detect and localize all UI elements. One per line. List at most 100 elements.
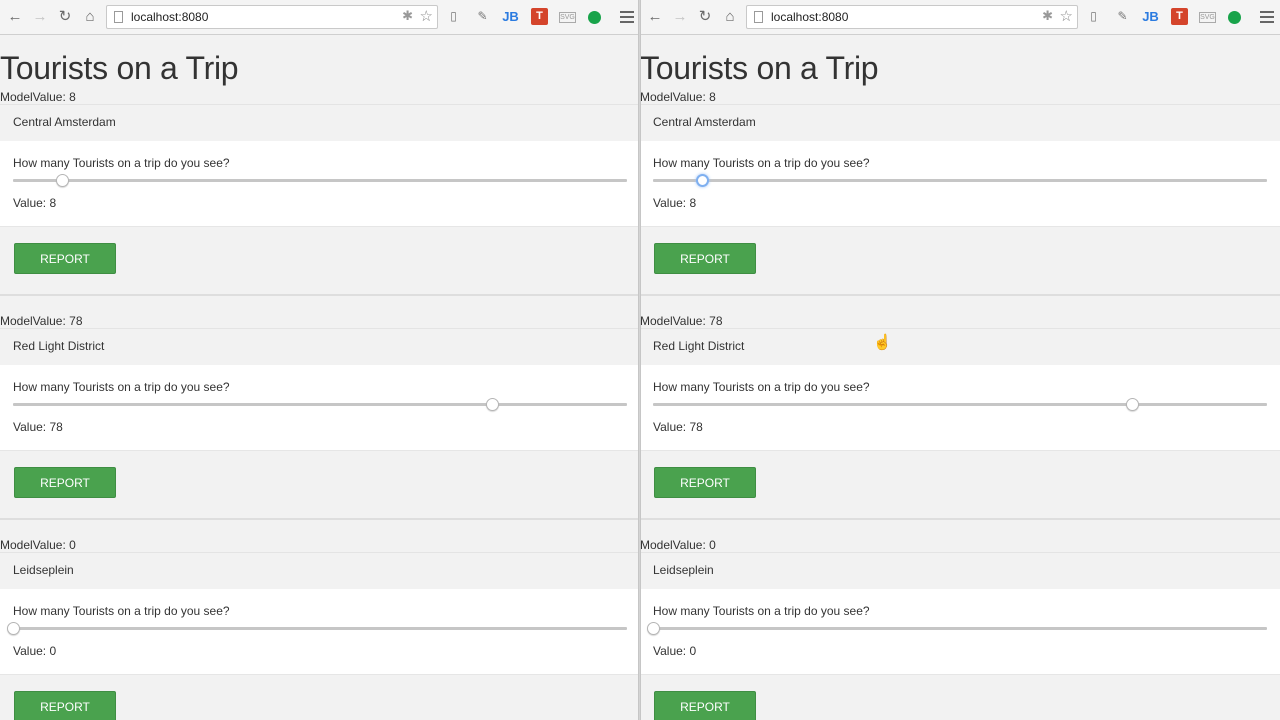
back-icon[interactable]: ← [6, 8, 24, 26]
reader-icon[interactable]: ▯ [1085, 8, 1102, 25]
page-icon [114, 11, 123, 23]
report-button[interactable]: REPORT [14, 243, 116, 274]
tourist-count-slider[interactable] [653, 171, 1267, 189]
card-footer: REPORT [640, 675, 1280, 720]
page-title: Tourists on a Trip [640, 50, 879, 86]
address-bar[interactable]: localhost:8080 ✱ ☆ [106, 5, 438, 29]
location-section: ModelValue: 8 Central Amsterdam How many T… [640, 84, 1280, 308]
jb-icon[interactable]: JB [502, 8, 519, 25]
card-header: Central Amsterdam [640, 104, 1280, 142]
tourist-count-slider[interactable] [647, 619, 1267, 637]
svg-icon[interactable]: SVG [1199, 12, 1216, 23]
slider-track[interactable] [653, 403, 1267, 406]
location-section: ModelValue: 78 Red Light District How many… [0, 308, 640, 532]
slider-value-text: Value: 8 [13, 196, 57, 210]
reader-icon[interactable]: ▯ [445, 8, 462, 25]
question-text: How many Tourists on a trip do you see? [13, 156, 230, 170]
slider-value-text: Value: 78 [653, 420, 703, 434]
slider-thumb[interactable] [647, 622, 660, 635]
card-header: Red Light District [0, 328, 640, 366]
card-footer: REPORT [0, 227, 640, 296]
slider-track[interactable] [653, 179, 1267, 182]
slider-track[interactable] [653, 627, 1267, 630]
back-icon[interactable]: ← [646, 8, 664, 26]
tourist-count-slider[interactable] [13, 395, 627, 413]
page-title: Tourists on a Trip [0, 50, 239, 86]
location-name: Leidseplein [653, 563, 714, 577]
card-body: How many Tourists on a trip do you see? V… [0, 589, 640, 675]
slider-thumb[interactable] [696, 174, 710, 187]
question-text: How many Tourists on a trip do you see? [13, 380, 230, 394]
evernote-icon[interactable] [588, 11, 601, 24]
settings-gear-icon[interactable]: ✱ [402, 8, 413, 24]
slider-track[interactable] [13, 627, 627, 630]
question-text: How many Tourists on a trip do you see? [653, 380, 870, 394]
slider-track[interactable] [13, 179, 627, 182]
location-section: ModelValue: 0 Leidseplein How many Tourist… [640, 532, 1280, 720]
card-footer: REPORT [0, 451, 640, 520]
card-footer: REPORT [640, 227, 1280, 296]
location-section: ModelValue: 78 Red Light District How many… [640, 308, 1280, 532]
slider-value-text: Value: 0 [653, 644, 697, 658]
eyedropper-icon[interactable]: ✎ [1114, 8, 1131, 25]
card-header: Central Amsterdam [0, 104, 640, 142]
slider-thumb[interactable] [7, 622, 20, 635]
browser-toolbar: ← → ↻ ⌂ localhost:8080 ✱ ☆ ▯ ✎ JB T SVG [640, 0, 1280, 35]
evernote-icon[interactable] [1228, 11, 1241, 24]
t-icon[interactable]: T [1171, 8, 1188, 25]
home-icon[interactable]: ⌂ [81, 8, 99, 26]
slider-thumb[interactable] [1125, 398, 1139, 411]
menu-icon[interactable] [1260, 8, 1274, 24]
window-divider [638, 0, 641, 720]
tourist-count-slider[interactable] [7, 619, 627, 637]
model-value-text: ModelValue: 8 [0, 90, 76, 104]
question-text: How many Tourists on a trip do you see? [653, 156, 870, 170]
slider-thumb[interactable] [485, 398, 499, 411]
bookmark-star-icon[interactable]: ☆ [420, 7, 433, 25]
location-name: Leidseplein [13, 563, 74, 577]
svg-icon[interactable]: SVG [559, 12, 576, 23]
card-header: Leidseplein [0, 552, 640, 590]
model-value-text: ModelValue: 78 [0, 314, 83, 328]
slider-track[interactable] [13, 403, 627, 406]
bookmark-star-icon[interactable]: ☆ [1060, 7, 1073, 25]
browser-window-right: ← → ↻ ⌂ localhost:8080 ✱ ☆ ▯ ✎ JB T SVG Tourists on … [640, 0, 1280, 720]
slider-value-text: Value: 78 [13, 420, 63, 434]
slider-value-text: Value: 0 [13, 644, 57, 658]
page-content: Tourists on a Trip ModelValue: 8 Central A… [640, 35, 1280, 720]
eyedropper-icon[interactable]: ✎ [474, 8, 491, 25]
reload-icon[interactable]: ↻ [696, 8, 714, 26]
home-icon[interactable]: ⌂ [721, 8, 739, 26]
jb-icon[interactable]: JB [1142, 8, 1159, 25]
tourist-count-slider[interactable] [13, 171, 627, 189]
card-footer: REPORT [0, 675, 640, 720]
hand-cursor-icon: ☝ [873, 334, 892, 351]
report-button[interactable]: REPORT [654, 691, 756, 720]
url-text: localhost:8080 [771, 10, 849, 24]
card-body: How many Tourists on a trip do you see? V… [0, 141, 640, 227]
report-button[interactable]: REPORT [14, 691, 116, 720]
location-section: ModelValue: 8 Central Amsterdam How many T… [0, 84, 640, 308]
question-text: How many Tourists on a trip do you see? [13, 604, 230, 618]
page-content: Tourists on a Trip ModelValue: 8 Central A… [0, 35, 640, 720]
report-button[interactable]: REPORT [654, 467, 756, 498]
model-value-text: ModelValue: 78 [640, 314, 723, 328]
card-footer: REPORT [640, 451, 1280, 520]
address-bar[interactable]: localhost:8080 ✱ ☆ [746, 5, 1078, 29]
slider-value-text: Value: 8 [653, 196, 697, 210]
t-icon[interactable]: T [531, 8, 548, 25]
forward-icon[interactable]: → [31, 8, 49, 26]
tourist-count-slider[interactable] [653, 395, 1267, 413]
card-header: Red Light District [640, 328, 1280, 366]
settings-gear-icon[interactable]: ✱ [1042, 8, 1053, 24]
report-button[interactable]: REPORT [654, 243, 756, 274]
card-header: Leidseplein [640, 552, 1280, 590]
forward-icon[interactable]: → [671, 8, 689, 26]
browser-window-left: ← → ↻ ⌂ localhost:8080 ✱ ☆ ▯ ✎ JB T SVG Tourists on … [0, 0, 640, 720]
reload-icon[interactable]: ↻ [56, 8, 74, 26]
page-icon [754, 11, 763, 23]
report-button[interactable]: REPORT [14, 467, 116, 498]
slider-thumb[interactable] [56, 174, 70, 187]
model-value-text: ModelValue: 8 [640, 90, 716, 104]
menu-icon[interactable] [620, 8, 634, 24]
